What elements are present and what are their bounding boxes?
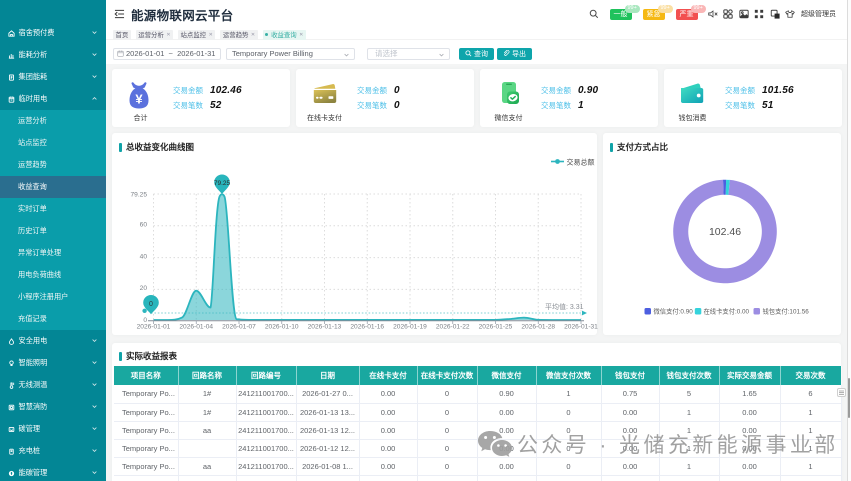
svg-text:40: 40 [140,253,148,260]
svg-text:2026-01-13: 2026-01-13 [308,324,342,331]
svg-text:¥: ¥ [135,92,143,107]
svg-text:79.25: 79.25 [130,192,147,199]
svg-text:20: 20 [140,285,148,292]
svg-text:2026-01-25: 2026-01-25 [479,324,513,331]
svg-text:102.46: 102.46 [709,226,741,238]
svg-text:2026-01-22: 2026-01-22 [436,324,470,331]
svg-text:0: 0 [149,301,153,308]
svg-text:钱包支付:101.56: 钱包支付:101.56 [763,307,810,316]
svg-text:2026-01-10: 2026-01-10 [265,324,299,331]
svg-text:交易总额: 交易总额 [567,157,595,166]
svg-text:2026-01-28: 2026-01-28 [521,324,555,331]
svg-text:2026-01-19: 2026-01-19 [393,324,427,331]
svg-text:2026-01-16: 2026-01-16 [350,324,384,331]
svg-text:在线卡支付:0.00: 在线卡支付:0.00 [704,307,750,316]
svg-text:2026-01-07: 2026-01-07 [222,324,256,331]
svg-text:2026-01-01: 2026-01-01 [137,324,171,331]
svg-text:平均值: 3.31: 平均值: 3.31 [545,302,584,311]
svg-text:微信支付:0.90: 微信支付:0.90 [654,307,694,316]
svg-text:2026-01-04: 2026-01-04 [179,324,213,331]
svg-text:79.25: 79.25 [214,180,231,187]
svg-text:60: 60 [140,222,148,229]
svg-text:2026-01-31: 2026-01-31 [564,324,598,331]
